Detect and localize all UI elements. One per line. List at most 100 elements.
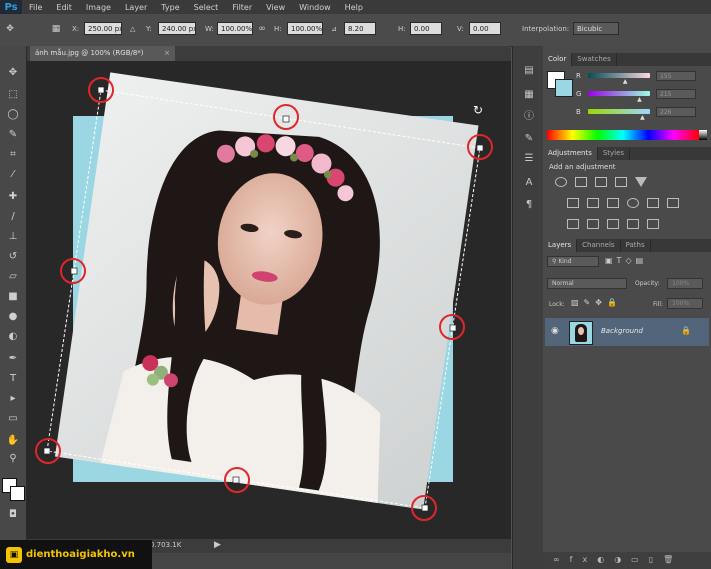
pen-tool-icon[interactable]: ✒: [6, 352, 20, 366]
eyedropper-tool-icon[interactable]: ⁄: [6, 168, 20, 182]
menu-help[interactable]: Help: [338, 3, 370, 12]
color-background-swatch[interactable]: [555, 79, 573, 97]
crop-tool-icon[interactable]: ⌗: [6, 148, 20, 162]
vibrance-icon[interactable]: [635, 177, 647, 187]
menu-window[interactable]: Window: [292, 3, 338, 12]
threshold-icon[interactable]: [607, 219, 619, 229]
character-panel-icon[interactable]: A: [522, 176, 536, 190]
brightness-icon[interactable]: [555, 177, 567, 187]
exposure-icon[interactable]: [615, 177, 627, 187]
y-field[interactable]: 240.00 px: [158, 22, 196, 35]
menu-edit[interactable]: Edit: [49, 3, 79, 12]
hand-tool-icon[interactable]: ✋: [6, 434, 20, 448]
eraser-tool-icon[interactable]: ▱: [6, 270, 20, 284]
fill-field[interactable]: 100%: [667, 298, 703, 309]
h-skew-field[interactable]: 0.00: [410, 22, 442, 35]
menu-image[interactable]: Image: [79, 3, 118, 12]
dodge-tool-icon[interactable]: ◐: [6, 330, 20, 344]
layer-footer-icons[interactable]: ∞fx◐◑▭▯🗑: [553, 555, 683, 564]
brush-panel-icon[interactable]: ✎: [522, 132, 536, 146]
canvas-area[interactable]: ↻: [27, 61, 511, 539]
zoom-tool-icon[interactable]: ⚲: [6, 452, 20, 466]
document-tab[interactable]: ảnh mẫu.jpg @ 100% (RGB/8*) ×: [30, 46, 175, 61]
visibility-eye-icon[interactable]: ◉: [551, 326, 559, 336]
handle-left-middle[interactable]: [70, 267, 78, 275]
tab-channels[interactable]: Channels: [577, 239, 621, 252]
marquee-tool-icon[interactable]: ⬚: [6, 88, 20, 102]
blur-tool-icon[interactable]: ●: [6, 310, 20, 324]
handle-bottom-left[interactable]: [43, 447, 51, 455]
close-tab-icon[interactable]: ×: [164, 46, 170, 61]
handle-right-middle[interactable]: [449, 324, 457, 332]
clone-stamp-tool-icon[interactable]: ⊥: [6, 230, 20, 244]
lasso-tool-icon[interactable]: ◯: [6, 108, 20, 122]
link-icon[interactable]: ∞: [256, 23, 268, 35]
tab-styles[interactable]: Styles: [598, 147, 631, 160]
width-field[interactable]: 100.00%: [217, 22, 253, 35]
quick-select-tool-icon[interactable]: ✎: [6, 128, 20, 142]
tab-layers[interactable]: Layers: [543, 239, 578, 252]
g-slider-marker[interactable]: ▲: [637, 96, 642, 103]
quick-mask-icon[interactable]: ◘: [6, 508, 20, 522]
curves-icon[interactable]: [595, 177, 607, 187]
invert-icon[interactable]: [567, 219, 579, 229]
move-tool-icon[interactable]: ✥: [4, 23, 16, 35]
height-field[interactable]: 100.00%: [287, 22, 323, 35]
color-spectrum[interactable]: [547, 130, 699, 140]
background-color-swatch[interactable]: [10, 486, 25, 501]
move-tool-icon[interactable]: ✥: [6, 66, 20, 80]
reference-point-icon[interactable]: ▦: [50, 23, 62, 35]
paragraph-panel-icon[interactable]: ¶: [522, 198, 536, 212]
x-field[interactable]: 250.00 px: [84, 22, 122, 35]
layer-kind-filter[interactable]: ⚲ Kind: [547, 256, 599, 267]
menu-type[interactable]: Type: [154, 3, 186, 12]
info-panel-icon[interactable]: ⓘ: [522, 110, 536, 124]
r-slider[interactable]: [588, 73, 650, 78]
properties-panel-icon[interactable]: ▦: [522, 88, 536, 102]
color-balance-icon[interactable]: [587, 198, 599, 208]
opacity-field[interactable]: 100%: [667, 278, 703, 289]
gradient-map-icon[interactable]: [647, 219, 659, 229]
menu-file[interactable]: File: [22, 3, 49, 12]
v-skew-field[interactable]: 0.00: [469, 22, 501, 35]
posterize-icon[interactable]: [587, 219, 599, 229]
history-brush-tool-icon[interactable]: ↺: [6, 250, 20, 264]
menu-view[interactable]: View: [259, 3, 292, 12]
handle-top-left[interactable]: [97, 86, 105, 94]
layer-filter-icons[interactable]: ▣T◇▤: [605, 256, 647, 265]
healing-tool-icon[interactable]: ✚: [6, 190, 20, 204]
layer-row-background[interactable]: ◉ Background 🔒: [545, 318, 709, 346]
selective-color-icon[interactable]: [627, 219, 639, 229]
interpolation-select[interactable]: Bicubic: [573, 22, 619, 35]
type-tool-icon[interactable]: T: [6, 372, 20, 386]
brush-presets-icon[interactable]: ☰: [522, 152, 536, 166]
menu-layer[interactable]: Layer: [118, 3, 154, 12]
menu-filter[interactable]: Filter: [225, 3, 259, 12]
angle-field[interactable]: 8.20: [344, 22, 376, 35]
tab-paths[interactable]: Paths: [621, 239, 651, 252]
tab-adjustments[interactable]: Adjustments: [543, 147, 598, 160]
g-value[interactable]: 215: [656, 89, 696, 99]
history-panel-icon[interactable]: ▤: [522, 64, 536, 78]
handle-top-right[interactable]: [476, 144, 484, 152]
shape-tool-icon[interactable]: ▭: [6, 412, 20, 426]
photo-filter-icon[interactable]: [627, 198, 639, 208]
handle-bottom-right[interactable]: [421, 504, 429, 512]
hue-saturation-icon[interactable]: [567, 198, 579, 208]
menu-select[interactable]: Select: [187, 3, 226, 12]
blend-mode-select[interactable]: Normal: [547, 278, 627, 289]
b-value[interactable]: 226: [656, 107, 696, 117]
black-white-ramp[interactable]: [699, 130, 707, 140]
gradient-tool-icon[interactable]: ■: [6, 290, 20, 304]
r-slider-marker[interactable]: ▲: [623, 78, 628, 85]
tab-color[interactable]: Color: [543, 53, 573, 66]
lock-icons[interactable]: ▨✎✥🔒: [571, 298, 622, 307]
color-lookup-icon[interactable]: [667, 198, 679, 208]
status-arrow-icon[interactable]: ▶: [214, 540, 221, 550]
b-slider-marker[interactable]: ▲: [640, 114, 645, 121]
brush-tool-icon[interactable]: /: [6, 210, 20, 224]
layer-name[interactable]: Background: [601, 327, 643, 335]
levels-icon[interactable]: [575, 177, 587, 187]
r-value[interactable]: 155: [656, 71, 696, 81]
channel-mixer-icon[interactable]: [647, 198, 659, 208]
